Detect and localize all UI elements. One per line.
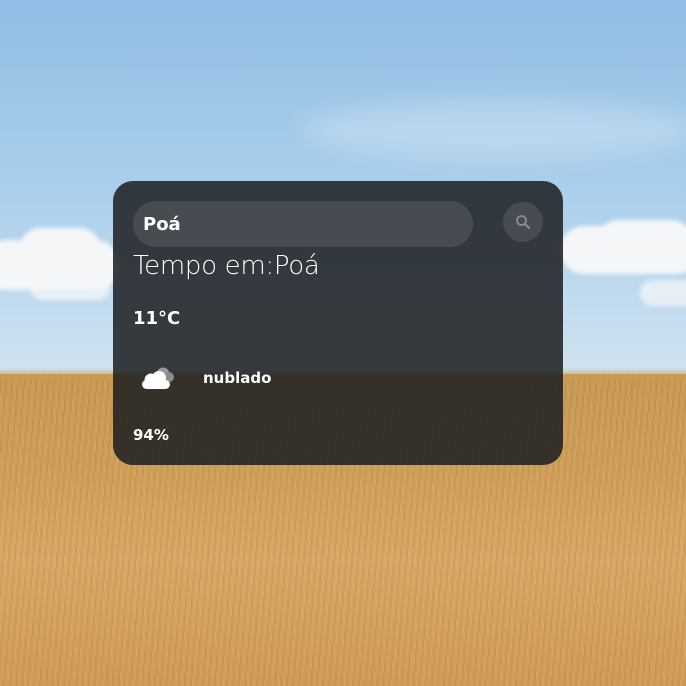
search-icon: [516, 215, 530, 229]
weather-card: Tempo em:Poá 11°C nublado 94%: [113, 181, 563, 465]
city-name: Poá: [273, 251, 320, 281]
cloud-left-top: [20, 228, 100, 268]
cloud-right-bottom: [640, 280, 686, 306]
temperature: 11°C: [133, 308, 181, 329]
cloud-left-bottom: [30, 275, 110, 300]
search-button[interactable]: [503, 202, 543, 242]
heading-prefix: Tempo em:: [133, 251, 274, 281]
background-landscape: Tempo em:Poá 11°C nublado 94%: [0, 0, 686, 686]
cloudy-icon: [142, 367, 174, 389]
humidity-value: 94%: [133, 426, 169, 444]
weather-description: nublado: [203, 369, 272, 387]
sky-haze: [300, 100, 686, 160]
city-search-input[interactable]: [133, 201, 473, 247]
city-heading: Tempo em:Poá: [133, 251, 320, 281]
cloud-right-top: [600, 220, 686, 256]
